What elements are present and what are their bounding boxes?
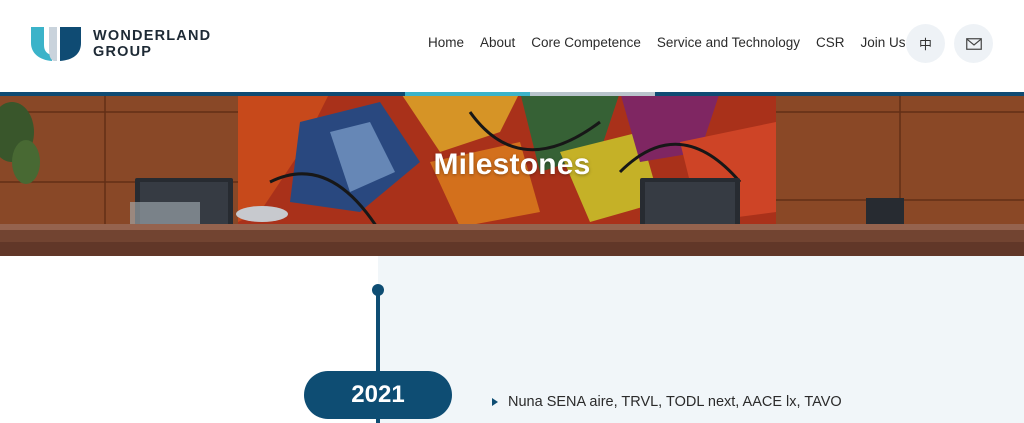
main-nav: Home About Core Competence Service and T…	[428, 35, 906, 50]
milestone-item-text: Nuna SENA aire, TRVL, TODL next, AACE lx…	[508, 394, 842, 410]
logo-text-line1: WONDERLAND	[93, 28, 212, 44]
page-title: Milestones	[433, 148, 591, 181]
nav-service-and-technology[interactable]: Service and Technology	[657, 35, 800, 50]
nav-csr[interactable]: CSR	[816, 35, 845, 50]
banner-top-stripe	[0, 92, 1024, 96]
nav-home[interactable]: Home	[428, 35, 464, 50]
logo-text-line2: GROUP	[93, 44, 153, 60]
nav-join-us[interactable]: Join Us	[860, 35, 905, 50]
nav-core-competence[interactable]: Core Competence	[531, 35, 641, 50]
milestones-section: 2021 Nuna SENA aire, TRVL, TODL next, AA…	[0, 256, 1024, 423]
year-2021-badge[interactable]: 2021	[304, 371, 452, 419]
contact-mail-button[interactable]	[954, 24, 993, 63]
bullet-arrow-icon	[492, 398, 498, 406]
timeline-start-dot	[372, 284, 384, 296]
nav-about[interactable]: About	[480, 35, 515, 50]
site-header: WONDERLAND GROUP Home About Core Compete…	[0, 0, 1024, 92]
language-toggle-button[interactable]: 中	[906, 24, 945, 63]
mail-icon	[965, 37, 982, 50]
milestone-item: Nuna SENA aire, TRVL, TODL next, AACE lx…	[492, 394, 842, 410]
company-logo[interactable]: WONDERLAND GROUP	[31, 27, 221, 63]
logo-mark-icon	[31, 27, 81, 61]
page-banner: Milestones	[0, 92, 1024, 256]
language-label: 中	[918, 37, 932, 52]
